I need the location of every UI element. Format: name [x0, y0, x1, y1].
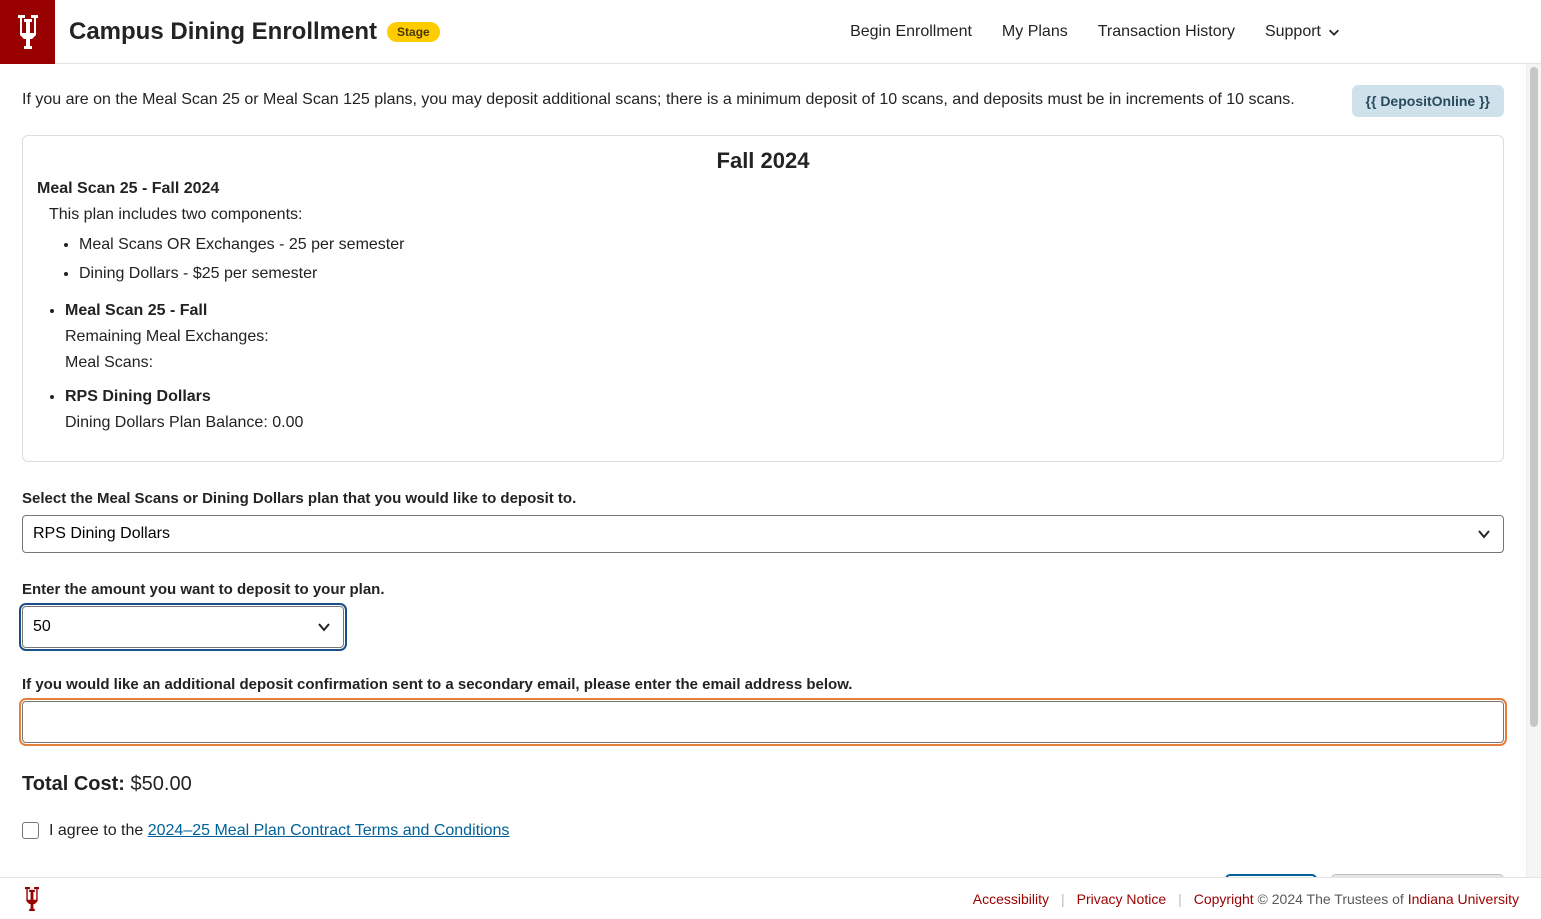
email-wrap: [22, 701, 1504, 743]
iu-logo-block[interactable]: [0, 0, 55, 64]
scans-deposit-row: If you are on the Meal Scan 25 or Meal S…: [22, 85, 1504, 117]
plan-description: This plan includes two components:: [49, 206, 1489, 224]
term-title: Fall 2024: [37, 148, 1489, 174]
agree-checkbox[interactable]: [22, 822, 39, 839]
amount-label: Enter the amount you want to deposit to …: [22, 581, 1504, 598]
total-cost-row: Total Cost: $50.00: [22, 773, 1504, 796]
scrollbar-thumb[interactable]: [1530, 67, 1538, 727]
iu-trident-icon: [14, 15, 42, 49]
nav-transaction-history[interactable]: Transaction History: [1098, 23, 1235, 41]
select-plan-dropdown[interactable]: RPS Dining Dollars: [22, 515, 1504, 553]
footer-copyright: Copyright © 2024 The Trustees of Indiana…: [1194, 891, 1519, 907]
account-line: Meal Scans:: [65, 351, 1489, 375]
footer-copyright-text: © 2024 The Trustees of: [1254, 891, 1408, 907]
content-wrap: You may add to your Dining Dollars balan…: [22, 64, 1504, 877]
footer-divider: |: [1178, 891, 1182, 907]
agree-text: I agree to the 2024–25 Meal Plan Contrac…: [49, 822, 509, 840]
chevron-down-icon: [1327, 25, 1341, 39]
secondary-email-input[interactable]: [22, 701, 1504, 743]
list-item: RPS Dining Dollars Dining Dollars Plan B…: [65, 385, 1489, 435]
footer-links: Accessibility | Privacy Notice | Copyrig…: [973, 891, 1519, 907]
footer-accessibility-link[interactable]: Accessibility: [973, 891, 1049, 907]
stage-badge: Stage: [387, 22, 440, 42]
amount-dropdown[interactable]: 50: [22, 606, 344, 648]
scans-deposit-text: If you are on the Meal Scan 25 or Meal S…: [22, 88, 1338, 113]
account-title: Meal Scan 25 - Fall: [65, 299, 1489, 323]
accounts-list: Meal Scan 25 - Fall Remaining Meal Excha…: [65, 299, 1489, 435]
amount-wrap: 50: [22, 606, 344, 648]
nav-my-plans[interactable]: My Plans: [1002, 23, 1068, 41]
dining-dollars-deposit-text: You may add to your Dining Dollars balan…: [22, 64, 1504, 67]
nav-support[interactable]: Support: [1265, 23, 1341, 41]
agree-prefix: I agree to the: [49, 822, 148, 839]
iu-trident-icon: [22, 887, 42, 911]
app-header: Campus Dining Enrollment Stage Begin Enr…: [0, 0, 1541, 64]
total-cost-label: Total Cost:: [22, 773, 125, 795]
footer-privacy-link[interactable]: Privacy Notice: [1077, 891, 1166, 907]
list-item: Meal Scans OR Exchanges - 25 per semeste…: [79, 230, 1489, 260]
plan-components-list: Meal Scans OR Exchanges - 25 per semeste…: [79, 230, 1489, 289]
deposit-online-chip[interactable]: {{ DepositOnline }}: [1352, 85, 1504, 117]
footer-divider: |: [1061, 891, 1065, 907]
footer-copyright-link[interactable]: Copyright: [1194, 891, 1254, 907]
scrollbar-track[interactable]: [1526, 64, 1541, 877]
agree-row: I agree to the 2024–25 Meal Plan Contrac…: [22, 822, 1504, 840]
plan-name: Meal Scan 25 - Fall 2024: [37, 180, 1489, 198]
terms-link[interactable]: 2024–25 Meal Plan Contract Terms and Con…: [148, 822, 510, 839]
app-title: Campus Dining Enrollment: [69, 18, 377, 46]
nav-begin-enrollment[interactable]: Begin Enrollment: [850, 23, 972, 41]
term-card: Fall 2024 Meal Scan 25 - Fall 2024 This …: [22, 135, 1504, 462]
footer: Accessibility | Privacy Notice | Copyrig…: [0, 877, 1541, 919]
content-scroll-area[interactable]: You may add to your Dining Dollars balan…: [0, 64, 1526, 877]
total-cost-value: $50.00: [131, 773, 192, 795]
nav-support-label: Support: [1265, 23, 1321, 41]
list-item: Dining Dollars - $25 per semester: [79, 259, 1489, 289]
select-plan-label: Select the Meal Scans or Dining Dollars …: [22, 490, 1504, 507]
select-plan-wrap: RPS Dining Dollars: [22, 515, 1504, 553]
account-line: Dining Dollars Plan Balance: 0.00: [65, 411, 1489, 435]
list-item: Meal Scan 25 - Fall Remaining Meal Excha…: [65, 299, 1489, 375]
main-nav: Begin Enrollment My Plans Transaction Hi…: [850, 23, 1541, 41]
email-label: If you would like an additional deposit …: [22, 676, 1504, 693]
account-title: RPS Dining Dollars: [65, 385, 1489, 409]
account-line: Remaining Meal Exchanges:: [65, 325, 1489, 349]
footer-iu-link[interactable]: Indiana University: [1408, 891, 1519, 907]
